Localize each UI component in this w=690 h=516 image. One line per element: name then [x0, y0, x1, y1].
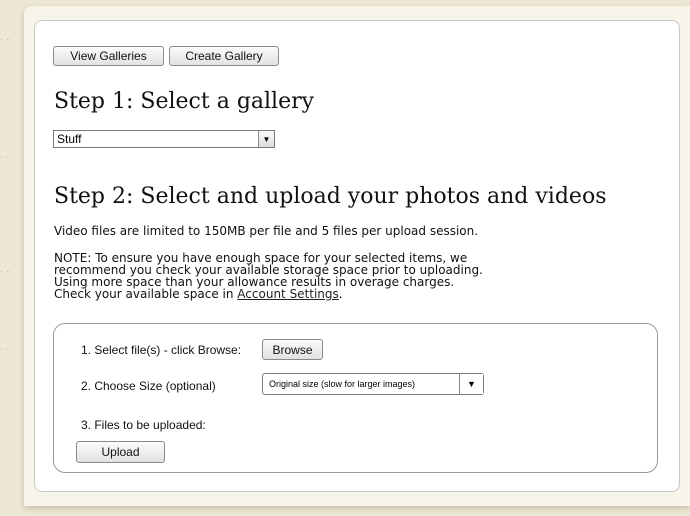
chevron-down-icon[interactable]: ▼: [258, 131, 274, 147]
size-select[interactable]: Original size (slow for larger images) ▼: [262, 373, 484, 395]
step2-heading: Step 2: Select and upload your photos an…: [54, 184, 607, 209]
browse-button[interactable]: Browse: [262, 339, 323, 360]
gallery-select-value: Stuff: [57, 132, 82, 146]
upload-button[interactable]: Upload: [76, 441, 165, 463]
note-line-4: Check your available space in Account Se…: [54, 288, 343, 300]
note-line-4-suffix: .: [338, 287, 343, 301]
size-select-value: Original size (slow for larger images): [269, 379, 416, 389]
edge-dots: · ·: [0, 153, 10, 164]
step1-heading: Step 1: Select a gallery: [54, 89, 315, 114]
choose-size-label: 2. Choose Size (optional): [81, 379, 216, 393]
file-limit-text: Video files are limited to 150MB per fil…: [54, 224, 479, 238]
note-line-4-prefix: Check your available space in: [54, 287, 234, 301]
edge-dots: · ·: [0, 267, 10, 278]
create-gallery-button[interactable]: Create Gallery: [169, 46, 279, 66]
account-settings-link[interactable]: Account Settings: [237, 287, 338, 301]
edge-dots: · ·: [0, 35, 10, 46]
files-to-upload-label: 3. Files to be uploaded:: [81, 418, 206, 432]
chevron-down-icon[interactable]: ▼: [459, 374, 483, 394]
edge-dots: · ·: [0, 345, 10, 356]
gallery-select[interactable]: Stuff ▼: [53, 130, 275, 148]
select-files-label: 1. Select file(s) - click Browse:: [81, 343, 242, 357]
view-galleries-button[interactable]: View Galleries: [53, 46, 164, 66]
